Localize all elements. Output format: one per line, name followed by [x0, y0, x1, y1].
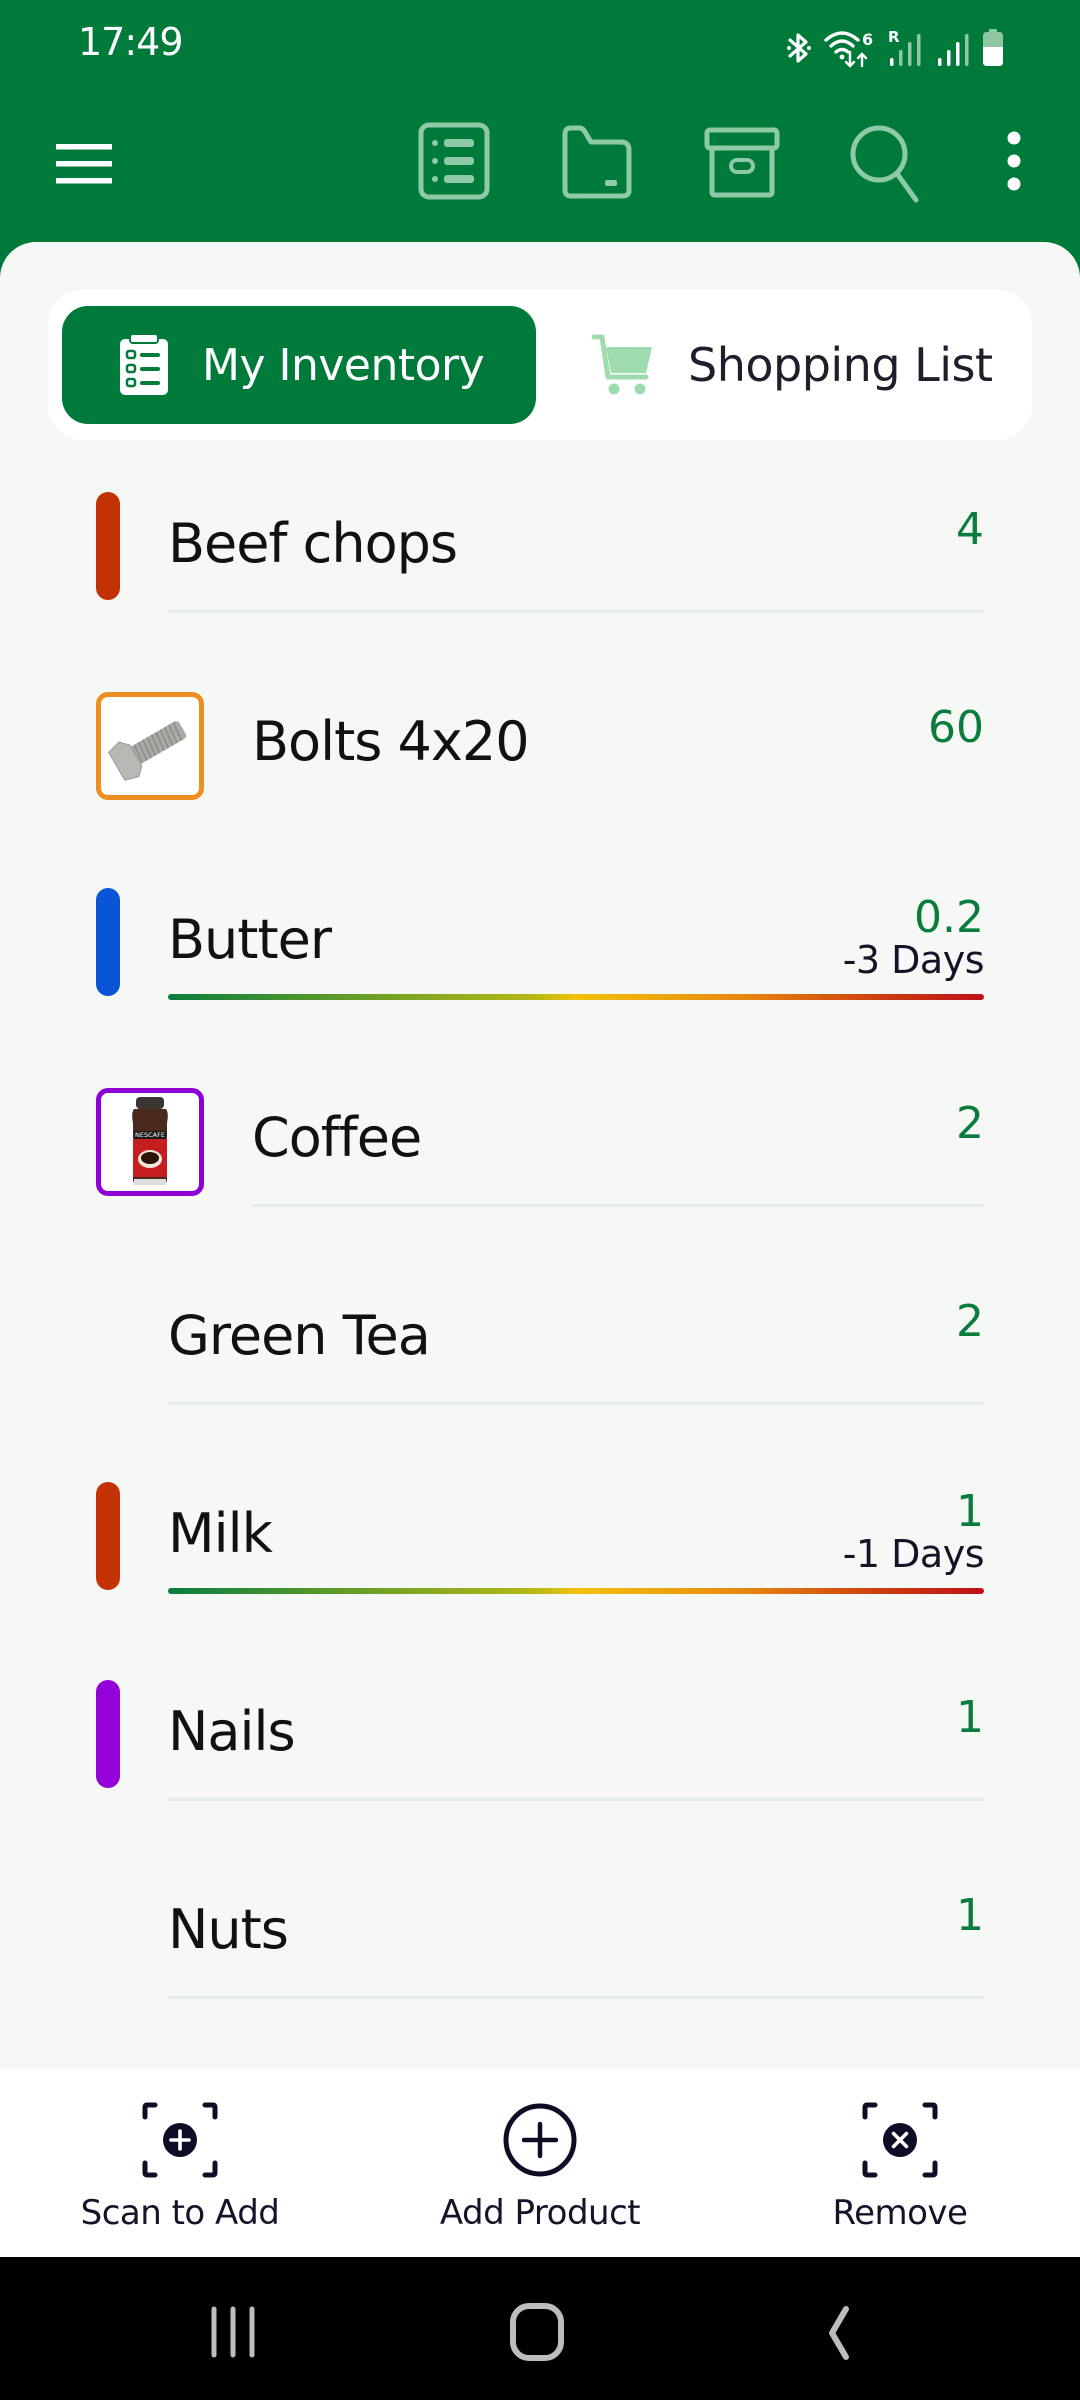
item-quantity: 1 [956, 1486, 984, 1537]
folder-icon[interactable] [555, 120, 639, 204]
divider [168, 610, 984, 613]
item-thumbnail [96, 692, 204, 800]
status-time: 17:49 [78, 20, 184, 64]
remove-label: Remove [832, 2193, 968, 2233]
divider [168, 1996, 984, 1999]
list-icon[interactable] [412, 120, 496, 204]
home-icon[interactable] [485, 2287, 585, 2377]
back-icon[interactable] [790, 2287, 890, 2377]
signal-roaming-icon: R [888, 28, 921, 66]
list-item[interactable]: Beef chops 4 [0, 462, 1080, 660]
list-item[interactable]: Milk 1 -1 Days [0, 1452, 1080, 1650]
status-bar: 17:49 6 R [0, 0, 1080, 90]
system-nav-bar [0, 2257, 1080, 2400]
item-name: Nails [168, 1700, 296, 1763]
bolt-image [108, 721, 187, 781]
item-name: Coffee [252, 1106, 422, 1169]
divider [168, 1402, 984, 1405]
category-color-tag [96, 1680, 120, 1788]
status-icons: 6 R [786, 28, 1004, 68]
expiry-days: -1 Days [842, 1532, 985, 1576]
list-item[interactable]: NESCAFE Coffee 2 [0, 1056, 1080, 1254]
archive-icon[interactable] [700, 120, 784, 204]
search-icon[interactable] [845, 120, 929, 204]
scan-to-add-button[interactable]: Scan to Add [50, 2101, 310, 2251]
wifi-6-icon: 6 [824, 30, 873, 68]
item-quantity: 1 [956, 1890, 984, 1941]
content-panel: My Inventory Shopping List Beef chops 4 [0, 242, 1080, 2069]
signal-icon [938, 34, 969, 66]
list-item[interactable]: Nails 1 [0, 1650, 1080, 1848]
expiry-days: -3 Days [842, 938, 985, 982]
wifi-badge: 6 [862, 30, 873, 49]
list-item[interactable]: Butter 0.2 -3 Days [0, 858, 1080, 1056]
coffee-jar-image: NESCAFE [132, 1097, 168, 1185]
item-quantity: 4 [956, 504, 984, 555]
divider [168, 1798, 984, 1801]
roaming-badge: R [888, 28, 900, 46]
tab-my-inventory-label: My Inventory [202, 339, 485, 391]
add-product-button[interactable]: Add Product [410, 2101, 670, 2251]
category-color-tag [96, 888, 120, 996]
view-switcher: My Inventory Shopping List [48, 290, 1032, 440]
item-name: Beef chops [168, 512, 458, 575]
list-item[interactable]: Nuts 1 [0, 1848, 1080, 2046]
clipboard-list-icon [120, 333, 168, 395]
item-name: Green Tea [168, 1304, 431, 1367]
item-quantity: 2 [956, 1098, 984, 1149]
shopping-cart-icon [592, 334, 652, 395]
bluetooth-icon [787, 33, 811, 63]
svg-text:NESCAFE: NESCAFE [135, 1131, 165, 1139]
scan-add-icon [142, 2102, 218, 2178]
list-item[interactable]: Green Tea 2 [0, 1254, 1080, 1452]
scan-to-add-label: Scan to Add [80, 2193, 280, 2233]
item-name: Bolts 4x20 [252, 710, 530, 773]
item-name: Milk [168, 1502, 273, 1565]
tab-my-inventory[interactable]: My Inventory [62, 306, 536, 424]
add-circle-icon [503, 2103, 577, 2177]
list-item[interactable]: Bolts 4x20 60 [0, 660, 1080, 858]
battery-icon [983, 29, 1003, 66]
recents-icon[interactable] [183, 2287, 283, 2377]
item-quantity: 1 [956, 1692, 984, 1743]
item-quantity: 0.2 [914, 892, 984, 943]
item-quantity: 2 [956, 1296, 984, 1347]
category-color-tag [96, 492, 120, 600]
item-name: Nuts [168, 1898, 289, 1961]
category-color-tag [96, 1482, 120, 1590]
add-product-label: Add Product [439, 2193, 641, 2233]
item-thumbnail: NESCAFE [96, 1088, 204, 1196]
expiry-progress-bar [168, 1588, 984, 1594]
scan-remove-icon [862, 2102, 938, 2178]
remove-button[interactable]: Remove [770, 2101, 1030, 2251]
app-bar [0, 90, 1080, 242]
item-quantity: 60 [928, 702, 984, 753]
divider [252, 1204, 984, 1207]
more-vert-icon[interactable] [990, 120, 1038, 204]
expiry-progress-bar [168, 994, 984, 1000]
item-name: Butter [168, 908, 332, 971]
tab-shopping-list-label: Shopping List [688, 338, 993, 392]
tab-shopping-list[interactable]: Shopping List [548, 306, 1024, 424]
menu-icon[interactable] [54, 134, 114, 194]
bottom-action-bar: Scan to Add Add Product Remove [0, 2069, 1080, 2257]
